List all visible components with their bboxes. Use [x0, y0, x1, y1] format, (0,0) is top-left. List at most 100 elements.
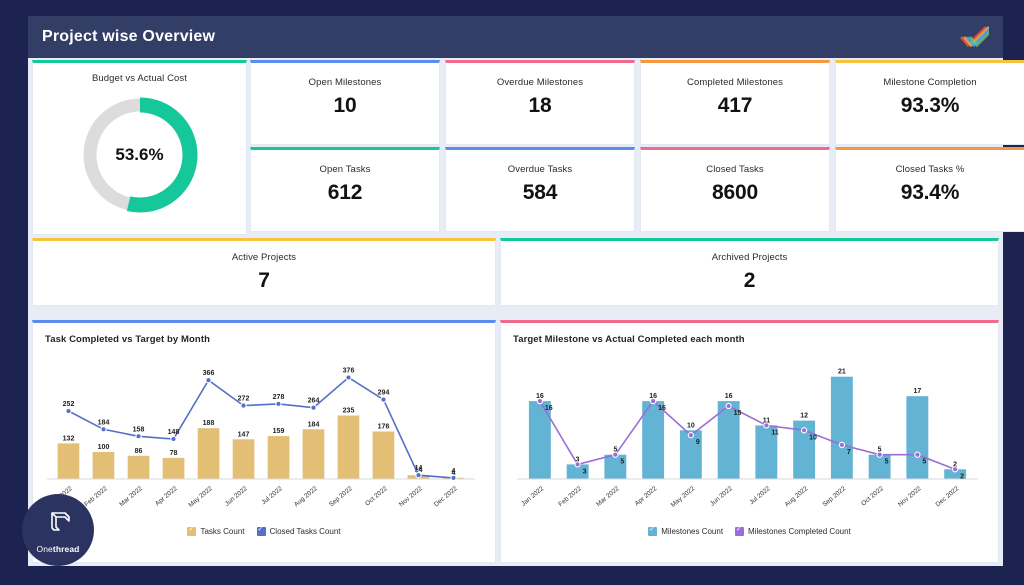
card-title: Closed Tasks % — [895, 164, 965, 175]
bar-Mar 2022 — [127, 455, 150, 479]
series-line — [539, 399, 956, 471]
card-open-milestones[interactable]: Open Milestones 10 — [250, 60, 440, 145]
point-Jul 2022 — [763, 422, 770, 429]
onethread-watermark: Onethread — [22, 494, 94, 566]
x-tick-label: May 2022 — [187, 485, 214, 509]
card-title: Open Tasks — [319, 164, 371, 175]
bar-label: 176 — [378, 424, 390, 431]
chart-title-milestones: Target Milestone vs Actual Completed eac… — [513, 334, 745, 345]
point-label: 3 — [583, 468, 587, 475]
page-title: Project wise Overview — [42, 28, 216, 45]
bar-label: 100 — [98, 444, 110, 451]
card-value: 2 — [743, 269, 756, 292]
card-value: 612 — [327, 181, 363, 204]
dashboard-root: Project wise Overview Budget vs Actual C… — [0, 0, 1024, 585]
point-Jan 2022 — [65, 407, 72, 415]
card-archived-projects[interactable]: Archived Projects 2 — [500, 238, 999, 306]
legend-swatch-icon — [256, 525, 266, 536]
card-title: Overdue Tasks — [507, 164, 573, 175]
point-label: 5 — [885, 459, 889, 466]
bar-Jan 2022 — [57, 443, 80, 479]
x-tick-label: Apr 2022 — [634, 485, 659, 508]
chart-legend-tasks[interactable]: Tasks Count Closed Tasks Count — [33, 525, 495, 536]
card-title: Closed Tasks — [706, 164, 764, 175]
x-tick-label: Dec 2022 — [433, 485, 459, 508]
card-active-projects[interactable]: Active Projects 7 — [32, 238, 496, 306]
panel-task-completed-vs-target[interactable]: Task Completed vs Target by Month 132 100… — [32, 320, 496, 563]
point-Nov 2022 — [914, 451, 921, 458]
x-tick-label: Mar 2022 — [595, 485, 621, 508]
chart-legend-milestones[interactable]: Milestones Count Milestones Completed Cou… — [501, 525, 998, 536]
chart-plot-milestones: 16 3 5 16 10 16 11 12 21 5 17 2 16 3 5 16 9 15 11 10 7 5 5 2 Jan… — [501, 345, 998, 525]
point-label: 272 — [238, 396, 250, 403]
point-Sep 2022 — [838, 441, 846, 449]
point-label: 10 — [809, 434, 817, 441]
x-tick-label: Jun 2022 — [709, 485, 734, 508]
x-tick-label: Aug 2022 — [784, 485, 810, 508]
x-tick-label: Jul 2022 — [260, 485, 284, 506]
card-value: 18 — [528, 94, 552, 117]
point-label: 252 — [63, 401, 75, 408]
chart-plot-tasks: 132 100 86 78 188 147 159 184 235 176 14 4 252 184 158… — [33, 345, 495, 525]
point-label: 15 — [734, 410, 742, 417]
point-Jun 2022 — [725, 402, 732, 410]
card-title: Completed Milestones — [687, 77, 783, 88]
bar-Aug 2022 — [302, 429, 325, 479]
card-title: Milestone Completion — [883, 77, 977, 88]
point-Jun 2022 — [240, 402, 247, 409]
legend-item-1[interactable]: Milestones Count — [648, 525, 723, 536]
legend-item-2[interactable]: Closed Tasks Count — [256, 525, 341, 536]
bar-Jul 2022 — [267, 436, 290, 479]
legend-item-1[interactable]: Tasks Count — [187, 525, 245, 536]
bar-label: 147 — [238, 431, 250, 438]
bar-Nov 2022 — [906, 396, 929, 479]
dashboard-canvas: Budget vs Actual Cost 53.6% Open Milesto… — [28, 58, 1024, 566]
point-Apr 2022 — [649, 397, 657, 405]
card-overdue-milestones[interactable]: Overdue Milestones 18 — [445, 60, 635, 145]
x-tick-label: Jul 2022 — [748, 485, 772, 506]
legend-item-2[interactable]: Milestones Completed Count — [735, 525, 851, 536]
point-label: 264 — [308, 398, 320, 405]
bar-Sep 2022 — [830, 376, 853, 479]
legend-label: Closed Tasks Count — [269, 527, 341, 536]
bar-label: 10 — [687, 422, 695, 429]
donut-chart: 53.6% — [77, 92, 203, 218]
x-tick-label: May 2022 — [670, 485, 697, 509]
point-Mar 2022 — [135, 433, 142, 440]
bar-label: 21 — [838, 369, 846, 376]
bar-label: 12 — [800, 413, 808, 420]
card-title: Overdue Milestones — [496, 77, 584, 88]
card-closed-tasks-percent[interactable]: Closed Tasks % 93.4% — [835, 147, 1024, 232]
point-Aug 2022 — [800, 427, 808, 434]
card-overdue-tasks[interactable]: Overdue Tasks 584 — [445, 147, 635, 232]
point-label: 14 — [415, 465, 423, 472]
card-milestone-completion[interactable]: Milestone Completion 93.3% — [835, 60, 1024, 145]
card-value: 93.4% — [900, 181, 960, 204]
x-tick-label: Dec 2022 — [935, 485, 961, 508]
bar-label: 235 — [343, 408, 355, 415]
x-tick-label: Sep 2022 — [328, 485, 354, 508]
legend-label: Tasks Count — [200, 527, 245, 536]
bar-label: 17 — [914, 388, 922, 395]
x-tick-label: Feb 2022 — [83, 485, 109, 508]
panel-target-milestone-vs-actual[interactable]: Target Milestone vs Actual Completed eac… — [500, 320, 999, 563]
bar-label: 159 — [273, 428, 285, 435]
card-closed-tasks[interactable]: Closed Tasks 8600 — [640, 147, 830, 232]
card-budget-vs-actual-cost[interactable]: Budget vs Actual Cost 53.6% — [32, 60, 247, 235]
point-label: 16 — [658, 405, 666, 412]
card-value: 417 — [717, 94, 753, 117]
point-Jan 2022 — [536, 397, 544, 405]
card-value: 10 — [333, 94, 357, 117]
point-label: 2 — [960, 473, 964, 480]
point-Jul 2022 — [275, 400, 282, 408]
point-Oct 2022 — [380, 396, 387, 403]
card-completed-milestones[interactable]: Completed Milestones 417 — [640, 60, 830, 145]
card-title: Active Projects — [231, 252, 297, 263]
point-Nov 2022 — [415, 472, 422, 479]
x-tick-label: Oct 2022 — [364, 485, 389, 508]
legend-swatch-icon — [735, 525, 745, 536]
point-label: 5 — [922, 459, 926, 466]
bar-label: 78 — [170, 450, 178, 457]
point-label: 158 — [133, 426, 145, 433]
card-open-tasks[interactable]: Open Tasks 612 — [250, 147, 440, 232]
